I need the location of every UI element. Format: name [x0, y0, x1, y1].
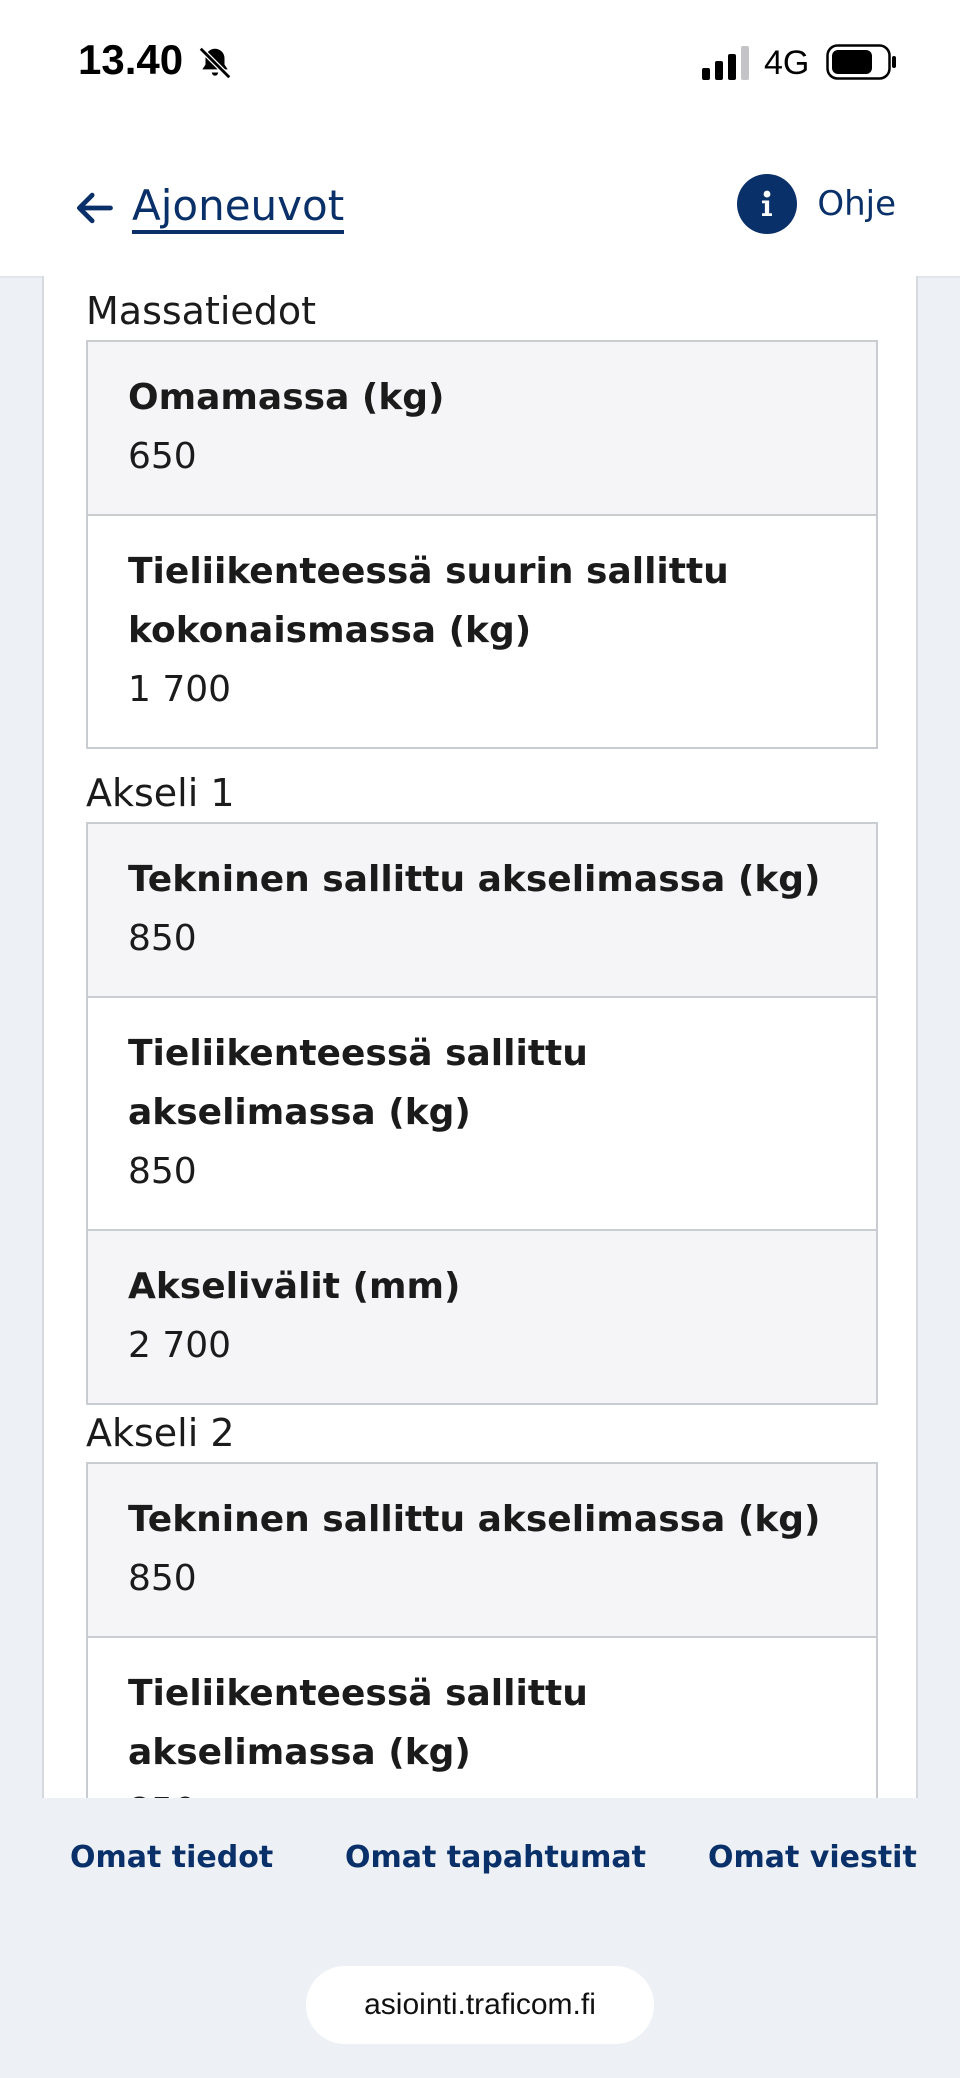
row-label: Tekninen sallittu akselimassa (kg): [128, 859, 821, 900]
table-row: Akselivälit (mm) 2 700: [88, 1229, 876, 1403]
back-link-label: Ajoneuvot: [132, 181, 345, 235]
row-value: 850: [128, 1558, 197, 1599]
status-bar: 13.40 4G: [0, 0, 960, 130]
arrow-left-icon: [76, 192, 113, 224]
row-value: 850: [128, 918, 197, 959]
section-axle-2: Akseli 2 Tekninen sallittu akselimassa (…: [86, 1404, 878, 1798]
table-row: Omamassa (kg) 650: [88, 342, 876, 514]
section-axle-1: Akseli 1 Tekninen sallittu akselimassa (…: [86, 764, 878, 1405]
data-table: Tekninen sallittu akselimassa (kg) 850 T…: [86, 822, 878, 1405]
section-mass-data: Massatiedot Omamassa (kg) 650 Tieliikent…: [86, 282, 878, 749]
row-label: Akselivälit (mm): [128, 1266, 461, 1307]
table-row: Tieliikenteessä suurin sallittu kokonais…: [88, 514, 876, 747]
nav-omat-tapahtumat[interactable]: Omat tapahtumat: [345, 1840, 646, 1875]
data-table: Tekninen sallittu akselimassa (kg) 850 T…: [86, 1462, 878, 1798]
battery-icon: [826, 44, 896, 80]
row-label: Tieliikenteessä sallittu akselimassa (kg…: [128, 1033, 588, 1133]
table-row: Tieliikenteessä sallittu akselimassa (kg…: [88, 996, 876, 1229]
bottom-navigation: Omat tiedot Omat tapahtumat Omat viestit…: [0, 1798, 960, 2078]
row-label: Tekninen sallittu akselimassa (kg): [128, 1499, 821, 1540]
section-title: Massatiedot: [86, 289, 317, 333]
row-value: 650: [128, 436, 197, 477]
data-table: Omamassa (kg) 650 Tieliikenteessä suurin…: [86, 340, 878, 749]
section-title: Akseli 2: [86, 1411, 235, 1455]
row-value: 1 700: [128, 669, 232, 710]
nav-omat-viestit[interactable]: Omat viestit: [708, 1840, 917, 1875]
table-row: Tieliikenteessä sallittu akselimassa (kg…: [88, 1636, 876, 1798]
section-title: Akseli 1: [86, 771, 235, 815]
row-label: Omamassa (kg): [128, 377, 445, 418]
bell-slash-icon: [198, 46, 232, 80]
nav-omat-tiedot[interactable]: Omat tiedot: [70, 1840, 273, 1875]
content-area[interactable]: Massatiedot Omamassa (kg) 650 Tieliikent…: [0, 276, 960, 1798]
row-label: Tieliikenteessä sallittu akselimassa (kg…: [128, 1673, 588, 1773]
row-value: 850: [128, 1151, 197, 1192]
top-navigation: Ajoneuvot Ohje: [0, 130, 960, 276]
help-link[interactable]: Ohje: [737, 174, 896, 234]
help-link-label: Ohje: [817, 184, 896, 224]
cellular-signal-icon: [702, 46, 749, 80]
browser-url-bar[interactable]: asiointi.traficom.fi: [306, 1966, 654, 2044]
row-label: Tieliikenteessä suurin sallittu kokonais…: [128, 551, 729, 651]
status-time: 13.40: [78, 36, 184, 83]
table-row: Tekninen sallittu akselimassa (kg) 850: [88, 824, 876, 996]
table-row: Tekninen sallittu akselimassa (kg) 850: [88, 1464, 876, 1636]
network-label: 4G: [764, 44, 810, 82]
row-value: 850: [128, 1782, 836, 1798]
info-icon: [737, 174, 798, 234]
row-value: 2 700: [128, 1325, 232, 1366]
vehicle-details-panel: Massatiedot Omamassa (kg) 650 Tieliikent…: [42, 276, 918, 1798]
back-link[interactable]: Ajoneuvot: [72, 176, 345, 240]
